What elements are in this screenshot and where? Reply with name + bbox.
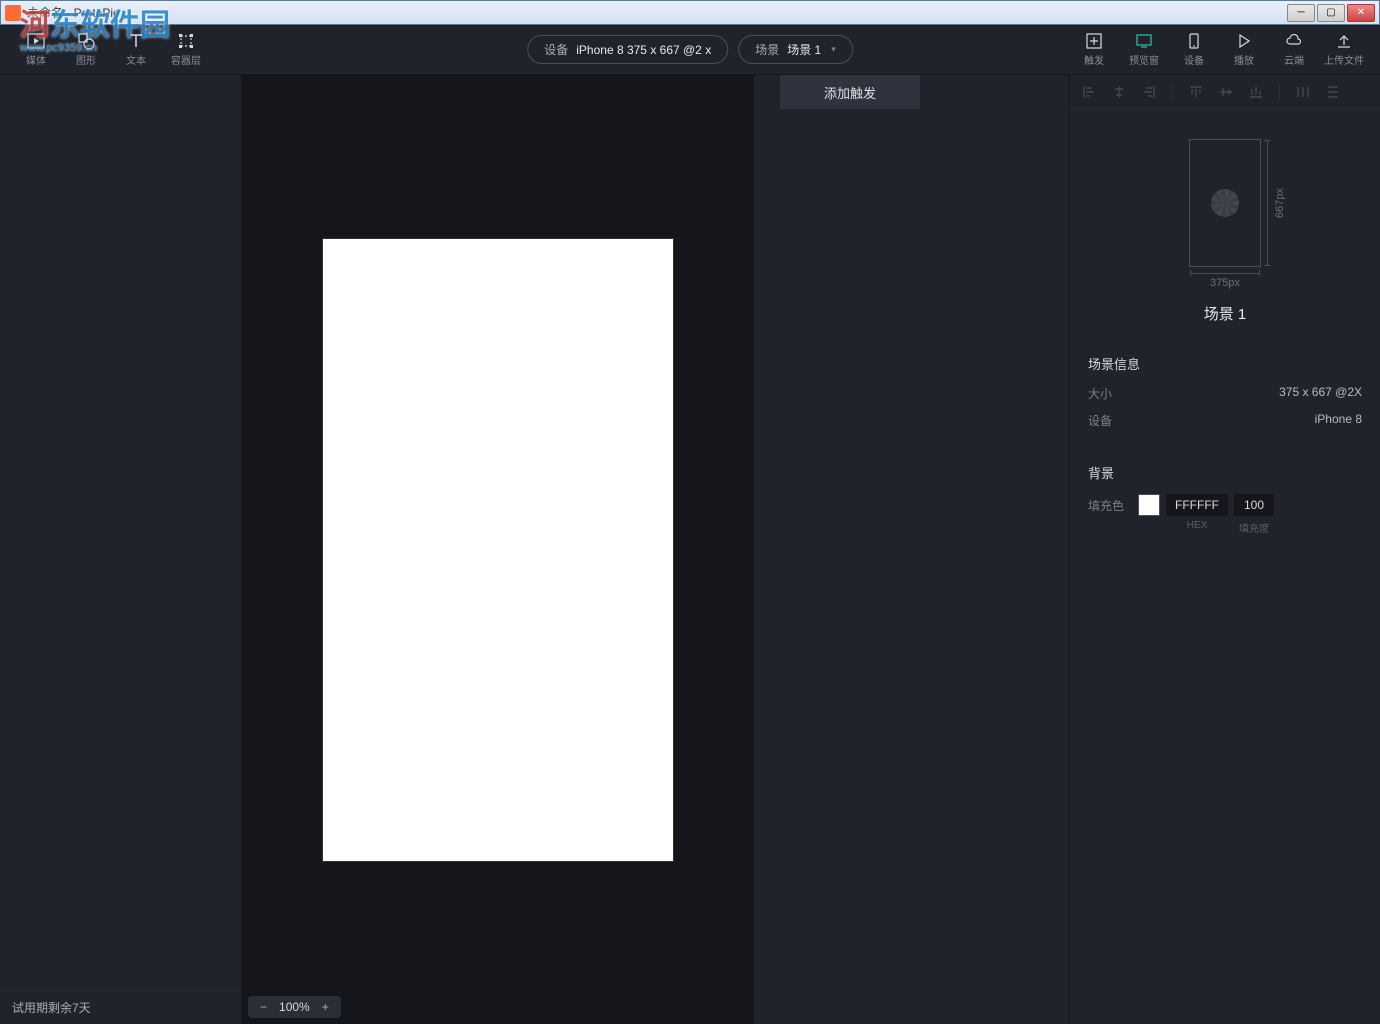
trigger-add-icon [1085, 32, 1103, 50]
distribute-v-icon[interactable] [1324, 83, 1342, 101]
window-titlebar: 未命名 - ProtoPie ─ ▢ ✕ [0, 0, 1380, 25]
tool-preview[interactable]: 预览窗 [1120, 28, 1168, 72]
align-right-icon[interactable] [1140, 83, 1158, 101]
align-left-icon[interactable] [1080, 83, 1098, 101]
video-icon [27, 32, 45, 50]
size-label: 大小 [1088, 385, 1112, 402]
background-section: 背景 填充色 HEX 填充度 [1070, 451, 1380, 547]
app-icon [5, 5, 21, 21]
device-selector[interactable]: 设备 iPhone 8 375 x 667 @2 x [527, 35, 728, 64]
protopie-logo-icon [1211, 189, 1239, 217]
opacity-input[interactable] [1234, 494, 1274, 516]
chevron-down-icon: ▾ [831, 44, 836, 55]
canvas-area[interactable]: − 100% + [242, 75, 754, 1024]
close-button[interactable]: ✕ [1347, 4, 1375, 22]
tool-shape[interactable]: 图形 [62, 28, 110, 72]
preview-height-label: 667px [1274, 188, 1286, 218]
preview-width-label: 375px [1210, 277, 1240, 289]
fill-label: 填充色 [1088, 497, 1132, 514]
zoom-out-button[interactable]: − [256, 1000, 271, 1014]
text-icon [127, 32, 145, 50]
tool-play[interactable]: 播放 [1220, 28, 1268, 72]
device-value: iPhone 8 [1315, 412, 1362, 429]
tool-upload[interactable]: 上传文件 [1320, 28, 1368, 72]
trial-notice: 试用期剩余7天 [0, 990, 241, 1024]
window-title: 未命名 - ProtoPie [27, 4, 1287, 21]
fill-swatch[interactable] [1138, 494, 1160, 516]
zoom-in-button[interactable]: + [318, 1000, 333, 1014]
inspector-panel: 375px 667px 场景 1 场景信息 大小 375 x 667 @2X 设… [1070, 75, 1380, 1024]
preview-icon [1135, 32, 1153, 50]
preview-frame[interactable] [1189, 139, 1261, 267]
align-center-v-icon[interactable] [1217, 83, 1235, 101]
upload-icon [1335, 32, 1353, 50]
zoom-control: − 100% + [248, 996, 341, 1018]
shape-icon [77, 32, 95, 50]
align-bottom-icon[interactable] [1247, 83, 1265, 101]
tool-cloud[interactable]: 云端 [1270, 28, 1318, 72]
cloud-icon [1285, 32, 1303, 50]
tool-media[interactable]: 媒体 [12, 28, 60, 72]
tool-text[interactable]: 文本 [112, 28, 160, 72]
main-toolbar: 媒体 图形 文本 容器层 设备 iPhone 8 375 x 667 @2 x … [0, 25, 1380, 75]
scene-selector[interactable]: 场景 场景 1 ▾ [738, 35, 853, 64]
tool-device[interactable]: 设备 [1170, 28, 1218, 72]
scene-preview: 375px 667px [1070, 109, 1380, 277]
trigger-panel: 添加触发 [754, 75, 1070, 1024]
play-icon [1235, 32, 1253, 50]
device-icon [1185, 32, 1203, 50]
size-value: 375 x 667 @2X [1279, 385, 1362, 402]
scene-info-section: 场景信息 大小 375 x 667 @2X 设备 iPhone 8 [1070, 342, 1380, 451]
add-trigger-button[interactable]: 添加触发 [780, 75, 920, 109]
layer-panel: 试用期剩余7天 [0, 75, 242, 1024]
minimize-button[interactable]: ─ [1287, 4, 1315, 22]
zoom-value: 100% [279, 1000, 310, 1014]
distribute-h-icon[interactable] [1294, 83, 1312, 101]
maximize-button[interactable]: ▢ [1317, 4, 1345, 22]
artboard[interactable] [323, 239, 673, 861]
hex-input[interactable] [1166, 494, 1228, 516]
align-top-icon[interactable] [1187, 83, 1205, 101]
container-icon [177, 32, 195, 50]
align-center-h-icon[interactable] [1110, 83, 1128, 101]
align-toolbar [1070, 75, 1380, 109]
tool-trigger[interactable]: 触发 [1070, 28, 1118, 72]
tool-container[interactable]: 容器层 [162, 28, 210, 72]
device-label: 设备 [1088, 412, 1112, 429]
